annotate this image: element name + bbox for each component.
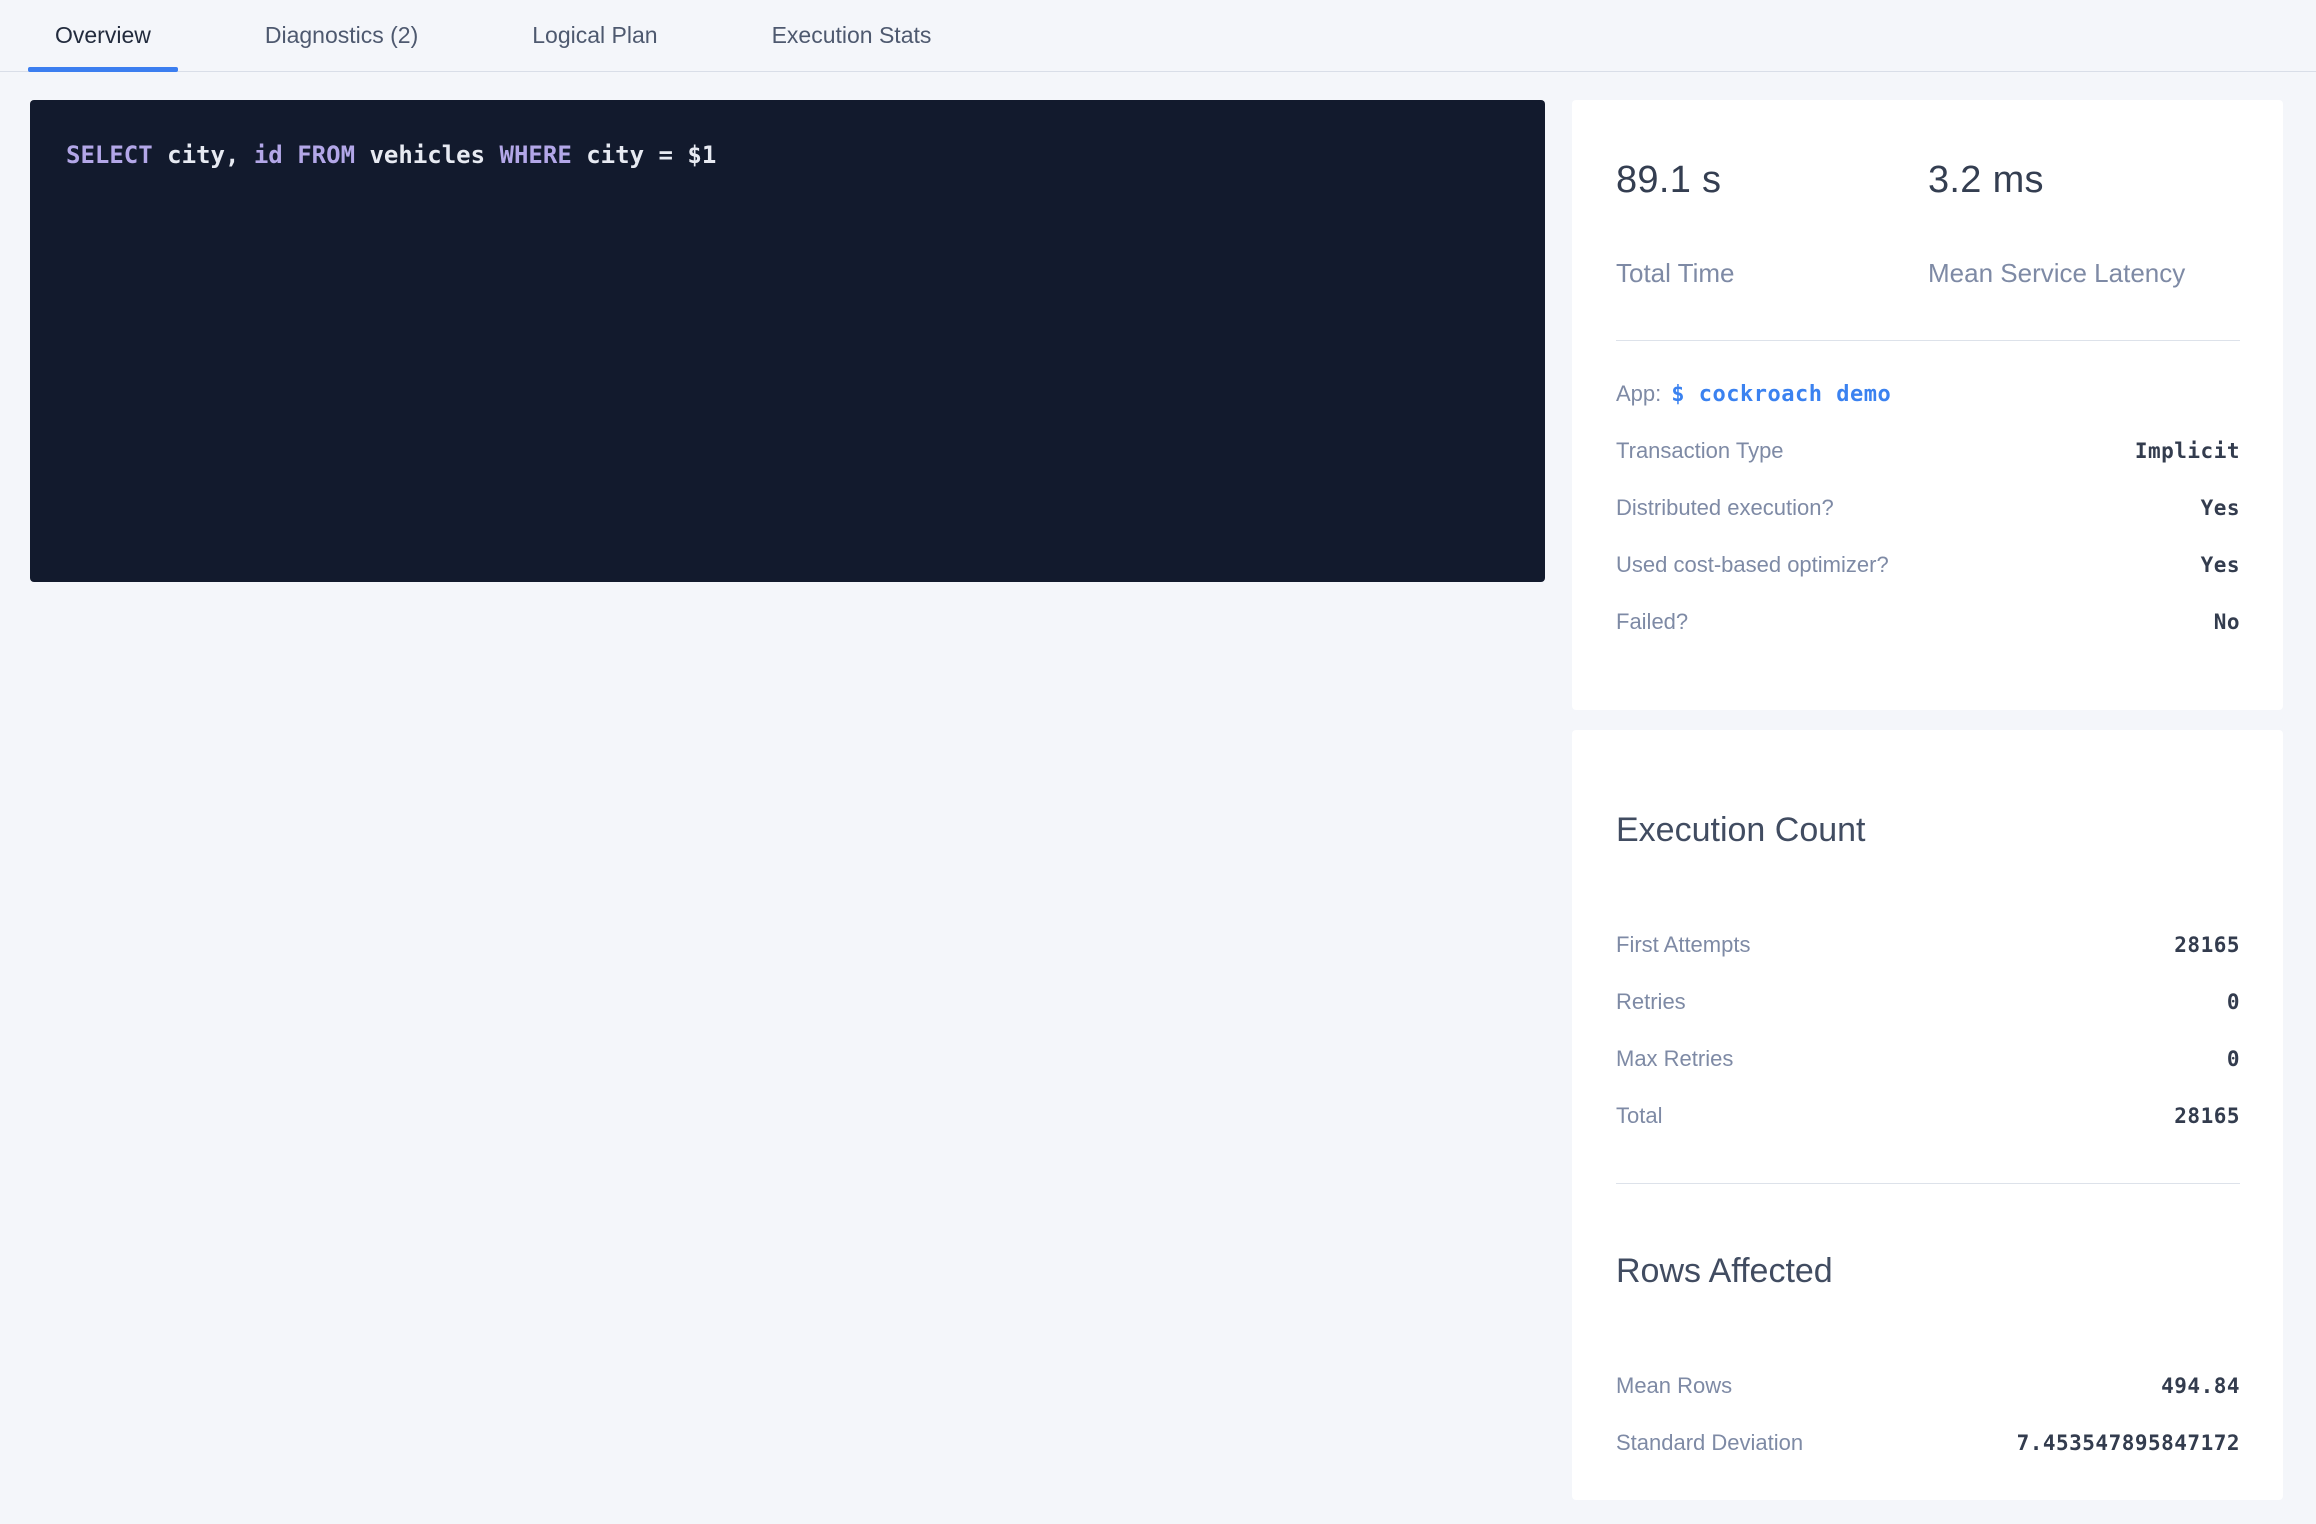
app-row: App: $ cockroach demo (1616, 365, 2240, 422)
standard-deviation-row: Standard Deviation 7.453547895847172 (1616, 1414, 2240, 1471)
mean-service-latency-label: Mean Service Latency (1928, 258, 2240, 288)
transaction-type-value: Implicit (2135, 439, 2240, 463)
overview-summary-card: 89.1 s Total Time 3.2 ms Mean Service La… (1572, 100, 2283, 710)
total-time-stat: 89.1 s Total Time (1616, 158, 1928, 288)
sql-operator: = (658, 141, 672, 169)
total-value: 28165 (2174, 1104, 2240, 1128)
cost-based-optimizer-value: Yes (2201, 553, 2240, 577)
tab-execution-stats[interactable]: Execution Stats (745, 0, 959, 71)
sql-keyword: WHERE (500, 141, 572, 169)
sql-placeholder: $1 (687, 141, 716, 169)
tab-diagnostics-label: Diagnostics (2) (265, 22, 418, 49)
sql-keyword: FROM (297, 141, 355, 169)
statement-details-page: Overview Diagnostics (2) Logical Plan Ex… (0, 0, 2316, 1524)
retries-row: Retries 0 (1616, 973, 2240, 1030)
content-area: SELECT city, id FROM vehicles WHERE city… (0, 72, 2316, 1500)
total-time-value: 89.1 s (1616, 158, 1928, 202)
first-attempts-label: First Attempts (1616, 932, 1750, 958)
cost-based-optimizer-label: Used cost-based optimizer? (1616, 552, 1889, 578)
failed-row: Failed? No (1616, 593, 2240, 650)
mean-service-latency-value: 3.2 ms (1928, 158, 2240, 202)
execution-count-title: Execution Count (1616, 806, 2240, 854)
transaction-type-label: Transaction Type (1616, 438, 1784, 464)
tab-logical-plan[interactable]: Logical Plan (505, 0, 684, 71)
app-name-link[interactable]: $ cockroach demo (1671, 382, 1891, 407)
rows-affected-rows: Mean Rows 494.84 Standard Deviation 7.45… (1616, 1357, 2240, 1471)
first-attempts-value: 28165 (2174, 933, 2240, 957)
summary-attribute-rows: App: $ cockroach demo Transaction Type Im… (1616, 365, 2240, 650)
sql-keyword: SELECT (66, 141, 153, 169)
tab-overview[interactable]: Overview (28, 0, 178, 71)
total-time-label: Total Time (1616, 258, 1928, 288)
tab-diagnostics[interactable]: Diagnostics (2) (238, 0, 445, 71)
tab-bar: Overview Diagnostics (2) Logical Plan Ex… (0, 0, 2316, 72)
failed-label: Failed? (1616, 609, 1688, 635)
section-divider (1616, 1183, 2240, 1184)
distributed-execution-label: Distributed execution? (1616, 495, 1834, 521)
total-label: Total (1616, 1103, 1662, 1129)
sql-statement-text: SELECT city, id FROM vehicles WHERE city… (66, 141, 716, 169)
rows-affected-title: Rows Affected (1616, 1247, 2240, 1295)
execution-count-rows: First Attempts 28165 Retries 0 Max Retri… (1616, 916, 2240, 1144)
app-label-group: App: $ cockroach demo (1616, 381, 1891, 407)
app-label: App: (1616, 381, 1661, 406)
retries-label: Retries (1616, 989, 1686, 1015)
failed-value: No (2214, 610, 2240, 634)
max-retries-row: Max Retries 0 (1616, 1030, 2240, 1087)
sql-identifier: city (586, 141, 644, 169)
first-attempts-row: First Attempts 28165 (1616, 916, 2240, 973)
execution-stats-card: Execution Count First Attempts 28165 Ret… (1572, 730, 2283, 1500)
sql-keyword: id (254, 141, 283, 169)
max-retries-value: 0 (2227, 1047, 2240, 1071)
standard-deviation-label: Standard Deviation (1616, 1430, 1803, 1456)
summary-stats: 89.1 s Total Time 3.2 ms Mean Service La… (1616, 158, 2240, 288)
cost-based-optimizer-row: Used cost-based optimizer? Yes (1616, 536, 2240, 593)
active-tab-underline (28, 67, 178, 72)
sql-statement-box: SELECT city, id FROM vehicles WHERE city… (30, 100, 1545, 582)
tab-execution-stats-label: Execution Stats (772, 22, 932, 49)
sql-identifier: city, (167, 141, 239, 169)
total-row: Total 28165 (1616, 1087, 2240, 1144)
mean-rows-value: 494.84 (2161, 1374, 2240, 1398)
standard-deviation-value: 7.453547895847172 (2017, 1431, 2240, 1455)
max-retries-label: Max Retries (1616, 1046, 1733, 1072)
distributed-execution-row: Distributed execution? Yes (1616, 479, 2240, 536)
retries-value: 0 (2227, 990, 2240, 1014)
sql-identifier: vehicles (369, 141, 485, 169)
summary-divider (1616, 340, 2240, 341)
stats-sidebar: 89.1 s Total Time 3.2 ms Mean Service La… (1572, 100, 2283, 1500)
tab-overview-label: Overview (55, 22, 151, 49)
mean-service-latency-stat: 3.2 ms Mean Service Latency (1928, 158, 2240, 288)
mean-rows-row: Mean Rows 494.84 (1616, 1357, 2240, 1414)
mean-rows-label: Mean Rows (1616, 1373, 1732, 1399)
tab-logical-plan-label: Logical Plan (532, 22, 657, 49)
distributed-execution-value: Yes (2201, 496, 2240, 520)
transaction-type-row: Transaction Type Implicit (1616, 422, 2240, 479)
